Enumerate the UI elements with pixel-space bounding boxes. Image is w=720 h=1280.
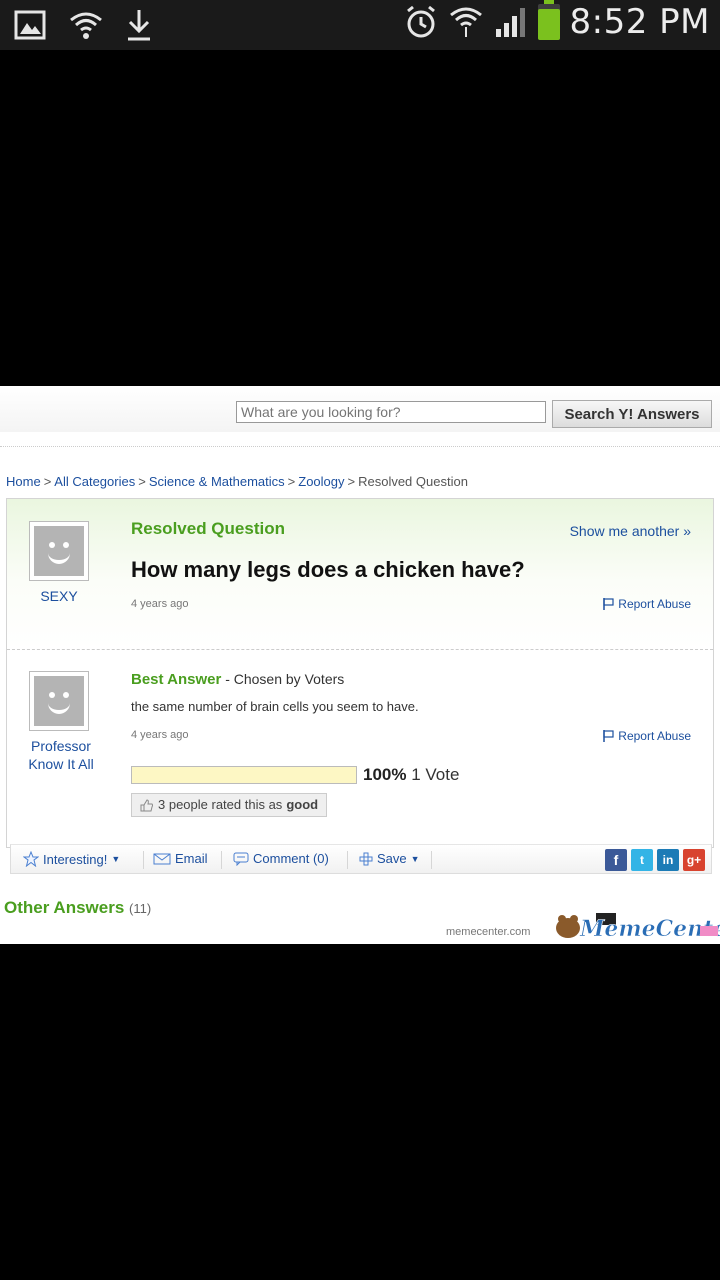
watermark-site: memecenter.com: [446, 926, 531, 938]
toolbar-divider: [431, 851, 432, 869]
asker-avatar[interactable]: [29, 521, 89, 581]
rated-good-badge[interactable]: 3 people rated this as good: [131, 793, 328, 817]
question-time: 4 years ago: [131, 598, 189, 610]
report-abuse-answer[interactable]: Report Abuse: [603, 729, 691, 743]
answerer-name[interactable]: Professor Know It All: [21, 737, 101, 773]
question-box: SEXY Resolved Question Show me another »…: [6, 498, 714, 848]
rated-value: good: [286, 797, 319, 812]
other-answers-label: Other Answers: [4, 898, 125, 917]
report-abuse-label: Report Abuse: [618, 597, 691, 611]
yahoo-answers-screenshot: Search Y! Answers Home>All Categories>Sc…: [0, 386, 720, 944]
breadcrumb-science[interactable]: Science & Mathematics: [149, 474, 285, 489]
breadcrumb-zoology[interactable]: Zoology: [298, 474, 344, 489]
breadcrumb-separator: >: [138, 474, 146, 489]
section-divider: [7, 649, 713, 650]
vote-result: 100% 1 Vote: [363, 765, 459, 785]
comment-button[interactable]: Comment (0): [233, 851, 329, 866]
asker-name[interactable]: SEXY: [19, 587, 99, 605]
report-abuse-question[interactable]: Report Abuse: [603, 597, 691, 611]
save-button[interactable]: Save ▼: [359, 851, 420, 866]
vote-count: 1 Vote: [411, 765, 460, 784]
rated-prefix: 3 people rated this as: [158, 797, 283, 812]
answerer-name-line2: Know It All: [28, 756, 94, 772]
report-abuse-label: Report Abuse: [618, 729, 691, 743]
thumbs-up-icon: [140, 798, 153, 811]
question-title: How many legs does a chicken have?: [131, 557, 525, 582]
search-button[interactable]: Search Y! Answers: [552, 400, 712, 428]
chevron-down-icon: ▼: [111, 854, 121, 864]
breadcrumb-separator: >: [43, 474, 52, 489]
toolbar-divider: [347, 851, 348, 869]
email-label: Email: [175, 851, 208, 866]
comment-label: Comment (0): [253, 851, 329, 866]
vote-bar: [131, 766, 357, 784]
vote-bar-fill: [132, 767, 356, 783]
answer-time: 4 years ago: [131, 729, 189, 741]
email-button[interactable]: Email: [153, 851, 208, 866]
status-bar: 8:52 PM: [0, 0, 720, 50]
battery-icon: [537, 0, 560, 40]
save-label: Save: [377, 851, 407, 866]
search-bar: Search Y! Answers: [0, 386, 720, 432]
wifi-icon: [449, 7, 482, 37]
clock: 8:52 PM: [569, 2, 710, 42]
other-answers-heading[interactable]: Other Answers (11): [4, 898, 151, 918]
memecenter-logo: MemeCenter: [556, 913, 720, 942]
alarm-icon: [406, 5, 435, 38]
breadcrumb-all-categories[interactable]: All Categories: [54, 474, 135, 489]
flag-icon: [603, 730, 614, 742]
gallery-icon: [14, 10, 46, 40]
breadcrumb-home[interactable]: Home: [6, 474, 41, 489]
answerer-name-line1: Professor: [31, 738, 91, 754]
chosen-by-voters: - Chosen by Voters: [221, 671, 345, 687]
breadcrumb-separator: >: [287, 474, 296, 489]
toolbar-divider: [143, 851, 144, 869]
breadcrumb-current: Resolved Question: [358, 474, 468, 489]
answerer-avatar[interactable]: [29, 671, 89, 731]
breadcrumb-separator: >: [347, 474, 356, 489]
chevron-down-icon: ▼: [410, 853, 420, 864]
download-icon: [128, 10, 150, 41]
action-toolbar: Interesting! ▼ Email Comment (0) Save ▼ …: [10, 844, 712, 874]
vote-percent: 100%: [363, 765, 407, 784]
email-icon: [153, 853, 171, 864]
facebook-icon[interactable]: f: [605, 849, 627, 871]
linkedin-icon[interactable]: in: [657, 849, 679, 871]
flag-icon: [603, 598, 614, 610]
show-another-link[interactable]: Show me another »: [570, 523, 691, 539]
svg-text:MemeCenter: MemeCenter: [579, 916, 720, 942]
wifi-question-icon: [70, 12, 102, 39]
twitter-icon[interactable]: t: [631, 849, 653, 871]
best-answer-heading: Best Answer - Chosen by Voters: [131, 671, 344, 688]
best-answer-label: Best Answer: [131, 671, 222, 688]
interesting-button[interactable]: Interesting! ▼: [23, 851, 120, 867]
plus-icon: [359, 852, 373, 865]
other-answers-count: (11): [129, 901, 152, 916]
google-plus-icon[interactable]: g+: [683, 849, 705, 871]
comment-icon: [233, 852, 249, 866]
star-icon: [23, 851, 39, 867]
divider: [0, 446, 720, 447]
breadcrumb: Home > All Categories > Science & Mathematic…: [6, 474, 468, 489]
answer-text: the same number of brain cells you seem …: [131, 699, 419, 714]
search-input[interactable]: [236, 401, 546, 423]
signal-icon: [495, 8, 525, 37]
toolbar-divider: [221, 851, 222, 869]
resolved-question-heading: Resolved Question: [131, 519, 285, 538]
interesting-label: Interesting!: [43, 851, 108, 867]
